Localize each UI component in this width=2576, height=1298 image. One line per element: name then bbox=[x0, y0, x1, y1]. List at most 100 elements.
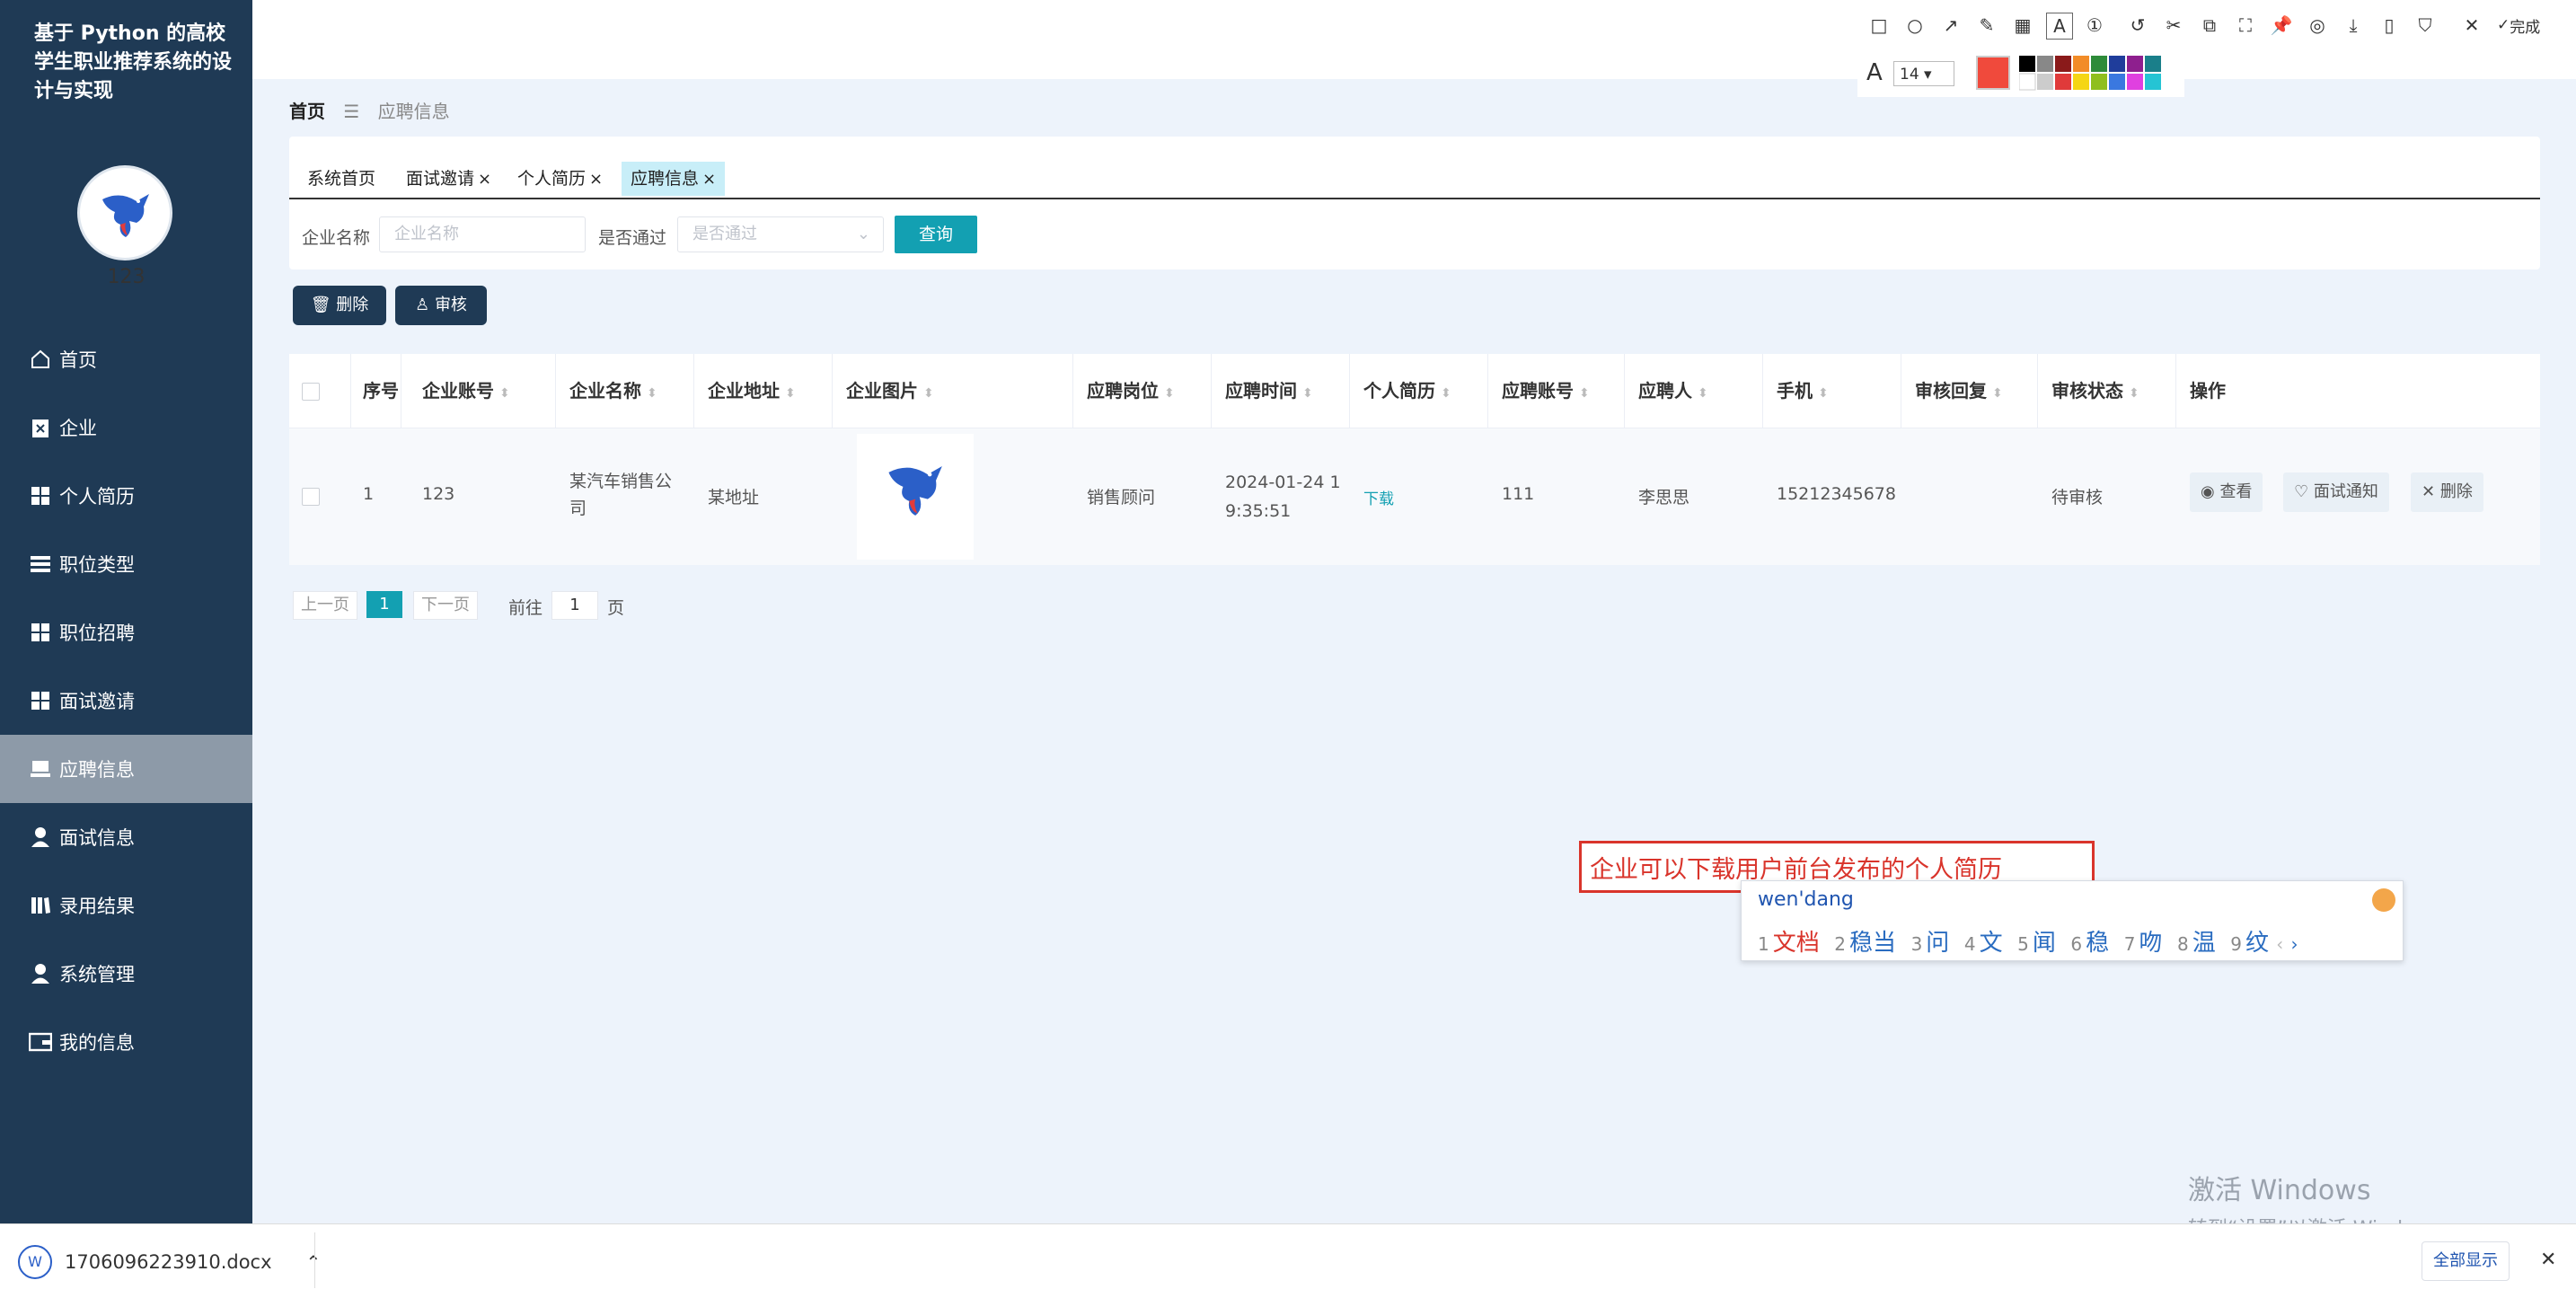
ime-candidate[interactable]: 9纹 bbox=[2230, 930, 2269, 957]
sidebar-item-job-posting[interactable]: 职位招聘 bbox=[0, 598, 252, 667]
sort-icon: ⬍ bbox=[1441, 386, 1451, 401]
font-size-value: 14 bbox=[1900, 66, 1919, 84]
close-icon[interactable]: ✕ bbox=[2459, 13, 2484, 38]
breadcrumb: 首页 ☰ 应聘信息 bbox=[289, 97, 450, 123]
tab-application-info[interactable]: 应聘信息 × bbox=[622, 162, 726, 196]
sidebar-item-company[interactable]: 企业 bbox=[0, 393, 252, 462]
interview-notify-button[interactable]: ♡ 面试通知 bbox=[2283, 472, 2389, 512]
text-tool-icon[interactable]: A bbox=[2046, 13, 2073, 40]
show-all-button[interactable]: 全部显示 bbox=[2422, 1241, 2510, 1281]
chevron-up-icon[interactable]: ⌃ bbox=[306, 1251, 322, 1273]
audit-button[interactable]: ♙ 审核 bbox=[395, 286, 487, 325]
ime-candidate-window[interactable]: wen'dang 1 文档 2 稳当 3问 4文 5闻 6稳 7吻 8温 9纹 ‹ … bbox=[1741, 880, 2404, 961]
record-icon[interactable]: ◎ bbox=[2305, 13, 2330, 38]
page-jump-input[interactable]: 1 bbox=[551, 591, 598, 620]
column-header[interactable]: 审核回复 ⬍ bbox=[1915, 354, 2003, 428]
column-header[interactable]: 应聘人 ⬍ bbox=[1638, 354, 1708, 428]
view-button[interactable]: ◉ 查看 bbox=[2190, 472, 2263, 512]
number-tool-icon[interactable]: ① bbox=[2082, 13, 2107, 38]
sidebar-item-interview-info[interactable]: 面试信息 bbox=[0, 803, 252, 871]
done-button[interactable]: ✓ 完成 bbox=[2497, 13, 2569, 38]
column-header[interactable]: 企业地址 ⬍ bbox=[708, 354, 796, 428]
sidebar-item-interview-invite[interactable]: 面试邀请 bbox=[0, 667, 252, 735]
column-header[interactable]: 企业名称 ⬍ bbox=[569, 354, 657, 428]
column-header[interactable]: 企业账号 ⬍ bbox=[422, 354, 510, 428]
sidebar-menu: 首页 企业 个人简历 职位类型 职位招聘 面试邀请 应聘信息 面试信息 录用结果… bbox=[0, 325, 252, 1076]
current-color-swatch[interactable] bbox=[1976, 56, 2010, 90]
pen-tool-icon[interactable]: ✎ bbox=[1974, 13, 1999, 38]
column-header[interactable]: 个人简历 ⬍ bbox=[1363, 354, 1451, 428]
sidebar-item-home[interactable]: 首页 bbox=[0, 325, 252, 393]
notify-button-label: 面试通知 bbox=[2313, 482, 2378, 501]
close-icon[interactable]: ✕ bbox=[2540, 1249, 2556, 1271]
ime-candidate[interactable]: 6稳 bbox=[2070, 930, 2109, 957]
column-header[interactable]: 应聘岗位 ⬍ bbox=[1087, 354, 1175, 428]
ime-candidate[interactable]: 5闻 bbox=[2017, 930, 2056, 957]
sidebar-item-application-info[interactable]: 应聘信息 bbox=[0, 735, 252, 803]
column-header[interactable]: 企业图片 ⬍ bbox=[846, 354, 934, 428]
select-all-checkbox[interactable] bbox=[302, 383, 320, 401]
sort-icon: ⬍ bbox=[1302, 386, 1313, 401]
column-header[interactable]: 应聘账号 ⬍ bbox=[1502, 354, 1590, 428]
phone-icon[interactable]: ▯ bbox=[2377, 13, 2402, 38]
row-delete-button[interactable]: ✕ 删除 bbox=[2411, 472, 2483, 512]
scan-icon[interactable]: ⛶ bbox=[2233, 13, 2258, 38]
page-1-button[interactable]: 1 bbox=[366, 591, 402, 618]
filter-card bbox=[289, 137, 2540, 269]
ime-candidate[interactable]: 8温 bbox=[2177, 930, 2216, 957]
download-item[interactable]: W 1706096223910.docx ⌃ bbox=[18, 1245, 321, 1279]
ime-candidate[interactable]: 3问 bbox=[1911, 930, 1950, 957]
ime-candidate[interactable]: 7吻 bbox=[2124, 930, 2163, 957]
close-icon[interactable]: × bbox=[478, 170, 491, 189]
sidebar-item-resume[interactable]: 个人简历 bbox=[0, 462, 252, 530]
download-icon[interactable]: ⤓ bbox=[2341, 13, 2366, 38]
ime-candidate[interactable]: 2 稳当 bbox=[1834, 930, 1896, 957]
ime-next-icon[interactable]: › bbox=[2291, 933, 2298, 955]
arrow-tool-icon[interactable]: ↗ bbox=[1938, 13, 1963, 38]
ocr-icon[interactable]: ⧉ bbox=[2197, 13, 2222, 38]
breadcrumb-home[interactable]: 首页 bbox=[289, 101, 325, 122]
scissors-icon[interactable]: ✂ bbox=[2161, 13, 2186, 38]
eagle-logo-icon bbox=[888, 466, 942, 516]
company-name-input[interactable]: 企业名称 bbox=[379, 216, 586, 252]
sidebar-item-hire-result[interactable]: 录用结果 bbox=[0, 871, 252, 940]
delete-button[interactable]: 🗑 删除 bbox=[293, 286, 386, 325]
font-icon: A bbox=[1866, 59, 1883, 86]
sidebar-item-system-admin[interactable]: 系统管理 bbox=[0, 940, 252, 1008]
eagle-logo-icon bbox=[102, 194, 149, 237]
pin-icon[interactable]: 📌 bbox=[2269, 13, 2294, 38]
sort-icon: ⬍ bbox=[2129, 386, 2139, 401]
color-palette[interactable] bbox=[2018, 56, 2181, 92]
ellipse-tool-icon[interactable]: ○ bbox=[1902, 13, 1928, 38]
next-page-button[interactable]: 下一页 bbox=[413, 591, 478, 620]
wallet-icon bbox=[29, 1030, 52, 1054]
ime-prev-icon[interactable]: ‹ bbox=[2276, 933, 2283, 955]
sidebar-item-position-type[interactable]: 职位类型 bbox=[0, 530, 252, 598]
home-icon bbox=[29, 348, 52, 371]
sidebar-item-my-info[interactable]: 我的信息 bbox=[0, 1008, 252, 1076]
close-icon[interactable]: × bbox=[702, 170, 716, 189]
bookmark-icon[interactable]: ⛉ bbox=[2413, 13, 2438, 38]
resume-download-link[interactable]: 下载 bbox=[1363, 486, 1394, 508]
user-icon bbox=[29, 826, 52, 849]
tab-resume[interactable]: 个人简历 × bbox=[508, 162, 612, 196]
mosaic-tool-icon[interactable]: ▦ bbox=[2010, 13, 2035, 38]
column-header[interactable]: 应聘时间 ⬍ bbox=[1225, 354, 1313, 428]
rectangle-tool-icon[interactable]: □ bbox=[1866, 13, 1892, 38]
ime-candidate[interactable]: 4文 bbox=[1964, 930, 2003, 957]
column-header[interactable]: 手机 ⬍ bbox=[1777, 354, 1829, 428]
font-size-select[interactable]: 14 ▾ bbox=[1893, 61, 1954, 86]
prev-page-button[interactable]: 上一页 bbox=[293, 591, 357, 620]
undo-icon[interactable]: ↺ bbox=[2125, 13, 2150, 38]
close-icon[interactable]: × bbox=[589, 170, 603, 189]
passed-select[interactable]: 是否通过 ⌄ bbox=[677, 216, 884, 252]
query-button[interactable]: 查询 bbox=[895, 216, 977, 253]
avatar[interactable] bbox=[77, 165, 172, 260]
tab-system-home[interactable]: 系统首页 bbox=[298, 162, 384, 196]
company-image[interactable] bbox=[857, 434, 974, 560]
cell-index: 1 bbox=[363, 484, 375, 504]
ime-candidate[interactable]: 1 文档 bbox=[1758, 930, 1820, 957]
column-header[interactable]: 审核状态 ⬍ bbox=[2051, 354, 2139, 428]
row-checkbox[interactable] bbox=[302, 488, 320, 506]
tab-interview-invite[interactable]: 面试邀请 × bbox=[397, 162, 500, 196]
